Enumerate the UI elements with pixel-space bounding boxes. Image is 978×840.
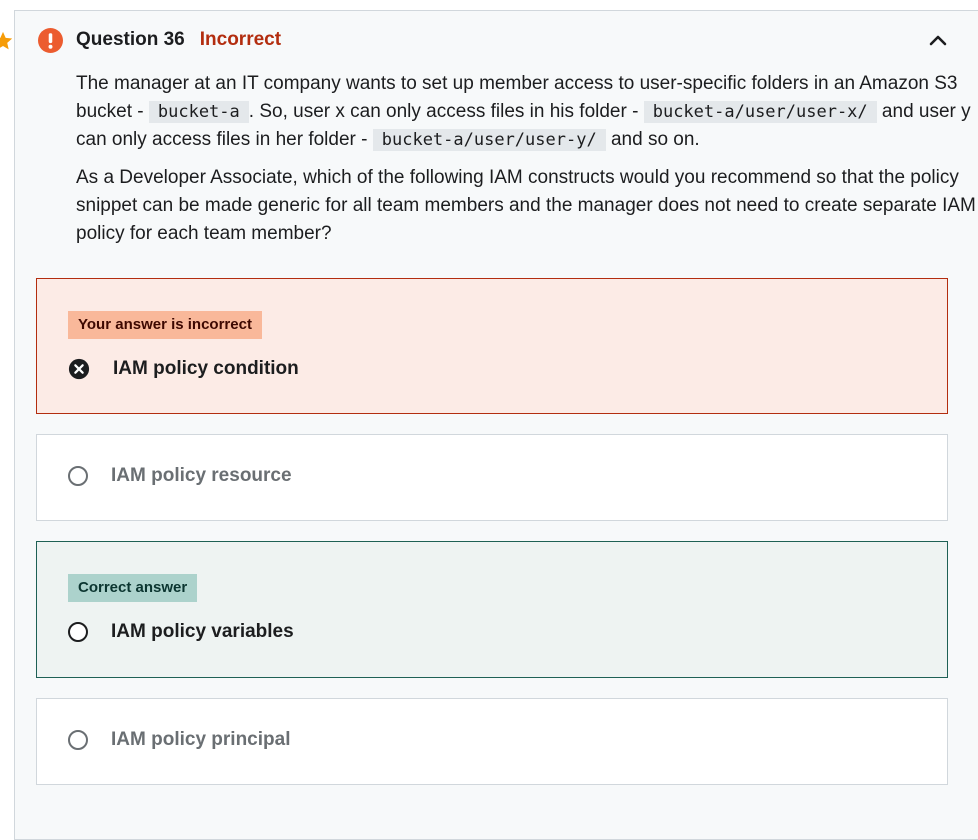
question-header: Question 36 Incorrect: [38, 26, 281, 54]
option-label: IAM policy condition: [113, 358, 299, 379]
question-text: The manager at an IT company wants to se…: [76, 70, 976, 248]
result-status: Incorrect: [199, 29, 282, 50]
code-snippet: bucket-a/user/user-y/: [372, 129, 606, 151]
code-snippet: bucket-a/user/user-x/: [643, 101, 877, 123]
question-text-part: . So, user x can only access files in hi…: [248, 101, 644, 122]
question-paragraph: As a Developer Associate, which of the f…: [76, 167, 976, 244]
option-row: IAM policy principal: [68, 729, 290, 751]
radio-button[interactable]: [68, 466, 88, 486]
radio-button[interactable]: [68, 622, 88, 642]
option-label: IAM policy resource: [111, 465, 292, 486]
exclamation-circle-icon: [38, 27, 63, 53]
x-circle-icon: [68, 358, 90, 380]
answer-option-correct[interactable]: Correct answer IAM policy variables: [36, 541, 948, 678]
correct-answer-badge: Correct answer: [68, 574, 198, 602]
question-number: Question 36: [76, 29, 185, 50]
option-row: IAM policy resource: [68, 465, 292, 487]
option-row: IAM policy variables: [68, 621, 294, 643]
question-text-part: and so on.: [605, 129, 700, 150]
answer-option[interactable]: IAM policy principal: [36, 698, 948, 785]
option-row: IAM policy condition: [68, 358, 299, 380]
radio-button[interactable]: [68, 730, 88, 750]
option-label: IAM policy variables: [111, 621, 294, 642]
chevron-up-icon[interactable]: [927, 30, 949, 50]
option-label: IAM policy principal: [111, 729, 291, 750]
question-paragraph: The manager at an IT company wants to se…: [76, 70, 976, 154]
answer-option-incorrect[interactable]: Your answer is incorrect IAM policy cond…: [36, 278, 948, 414]
incorrect-answer-badge: Your answer is incorrect: [68, 311, 262, 339]
answer-option[interactable]: IAM policy resource: [36, 434, 948, 521]
code-snippet: bucket-a: [148, 101, 249, 123]
star-icon: [0, 31, 13, 50]
